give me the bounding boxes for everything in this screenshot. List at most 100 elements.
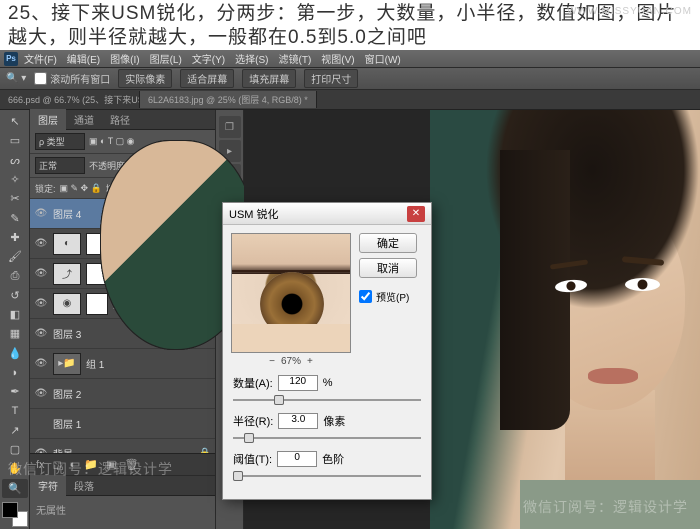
menu-layer[interactable]: 图层(L) [150, 51, 182, 66]
menu-edit[interactable]: 编辑(E) [67, 51, 100, 66]
menu-type[interactable]: 文字(Y) [192, 51, 225, 66]
amount-slider[interactable] [233, 393, 421, 407]
tab-layers[interactable]: 图层 [30, 109, 66, 130]
fit-screen-button[interactable]: 适合屏幕 [180, 69, 234, 88]
stamp-tool[interactable]: ⎙ [2, 266, 28, 285]
history-brush-tool[interactable]: ↺ [2, 286, 28, 305]
crop-tool[interactable]: ✂ [2, 189, 28, 208]
visibility-icon[interactable]: 👁 [34, 297, 48, 311]
scroll-all-checkbox[interactable]: 滚动所有窗口 [34, 71, 110, 86]
path-tool[interactable]: ↗ [2, 421, 28, 440]
threshold-input[interactable]: 0 [277, 451, 317, 467]
wand-tool[interactable]: ✧ [2, 170, 28, 189]
move-tool[interactable]: ↖ [2, 112, 28, 131]
gradient-tool[interactable]: ▦ [2, 324, 28, 343]
cancel-button[interactable]: 取消 [359, 258, 417, 278]
threshold-slider[interactable] [233, 469, 421, 483]
marquee-tool[interactable]: ▭ [2, 131, 28, 150]
menu-window[interactable]: 窗口(W) [365, 51, 401, 66]
char-content: 无属性 [30, 496, 215, 523]
radius-input[interactable]: 3.0 [278, 413, 318, 429]
dialog-title: USM 锐化 [229, 206, 279, 222]
layer-row[interactable]: 👁▸📁组 1 [30, 349, 215, 379]
layer-row[interactable]: 👁背景🔒 [30, 439, 215, 453]
layer-filter[interactable]: ρ 类型 [35, 133, 85, 150]
blur-tool[interactable]: 💧 [2, 344, 28, 363]
fill-screen-button[interactable]: 填充屏幕 [242, 69, 296, 88]
watermark-overlay-1: 微信订阅号：逻辑设计学 [8, 459, 173, 479]
print-size-button[interactable]: 打印尺寸 [304, 69, 358, 88]
options-bar: 🔍 ▾ 滚动所有窗口 实际像素 适合屏幕 填充屏幕 打印尺寸 [0, 68, 700, 90]
visibility-icon[interactable]: 👁 [34, 357, 48, 371]
close-icon[interactable]: ✕ [407, 206, 425, 222]
photoshop-window: Ps 文件(F) 编辑(E) 图像(I) 图层(L) 文字(Y) 选择(S) 滤… [0, 50, 700, 529]
amount-unit: % [323, 377, 333, 389]
layer-name: 图层 4 [53, 206, 81, 221]
zoom-tool-icon: 🔍 ▾ [6, 73, 26, 84]
menu-select[interactable]: 选择(S) [235, 51, 268, 66]
menubar: Ps 文件(F) 编辑(E) 图像(I) 图层(L) 文字(Y) 选择(S) 滤… [0, 50, 700, 68]
radius-label: 半径(R): [233, 413, 273, 429]
dodge-tool[interactable]: ◗ [2, 363, 28, 382]
preview-area: − 67% + [231, 233, 351, 367]
preview-label: 预览(P) [376, 289, 409, 304]
eraser-tool[interactable]: ◧ [2, 305, 28, 324]
layer-row[interactable]: 图层 1 [30, 409, 215, 439]
eyedropper-tool[interactable]: ✎ [2, 208, 28, 227]
heal-tool[interactable]: ✚ [2, 228, 28, 247]
watermark-overlay-2: 微信订阅号：逻辑设计学 [523, 497, 688, 517]
actual-pixels-button[interactable]: 实际像素 [118, 69, 172, 88]
lasso-tool[interactable]: ᔕ [2, 151, 28, 170]
zoom-value: 67% [281, 356, 301, 367]
preview-checkbox[interactable]: 预览(P) [359, 289, 417, 304]
lock-label: 锁定: [35, 182, 56, 195]
zoom-tool[interactable]: 🔍 [2, 479, 28, 498]
visibility-icon[interactable]: 👁 [34, 387, 48, 401]
dialog-titlebar[interactable]: USM 锐化 ✕ [223, 203, 431, 225]
brush-tool[interactable]: 🖌 [2, 247, 28, 266]
layer-row[interactable]: 👁 图层 2 [30, 379, 215, 409]
tab-channels[interactable]: 通道 [66, 109, 102, 130]
threshold-label: 阈值(T): [233, 451, 272, 467]
history-panel-icon[interactable]: ❐ [219, 116, 241, 138]
character-panel: 字符 段落 无属性 [30, 475, 215, 529]
shape-tool[interactable]: ▢ [2, 440, 28, 459]
menu-file[interactable]: 文件(F) [24, 51, 57, 66]
radius-slider[interactable] [233, 431, 421, 445]
layer-thumb: ◉ [53, 293, 81, 315]
scroll-all-label: 滚动所有窗口 [50, 71, 110, 86]
menu-view[interactable]: 视图(V) [321, 51, 354, 66]
zoom-in-button[interactable]: + [307, 356, 313, 367]
amount-input[interactable]: 120 [278, 375, 318, 391]
type-tool[interactable]: T [2, 401, 28, 420]
visibility-icon[interactable] [34, 417, 48, 431]
radius-unit: 像素 [323, 413, 345, 429]
visibility-icon[interactable]: 👁 [34, 237, 48, 251]
visibility-icon[interactable]: 👁 [34, 207, 48, 221]
visibility-icon[interactable]: 👁 [34, 327, 48, 341]
layer-name: 组 1 [86, 356, 104, 371]
amount-label: 数量(A): [233, 375, 273, 391]
layer-mask [86, 293, 108, 315]
layer-name: 背景 [53, 446, 73, 453]
filter-icons[interactable]: ▣ ◐ T ▢ ◉ [89, 136, 134, 147]
doc-tab-1[interactable]: 666.psd @ 66.7% (25、接下来USM锐化，分两步：第一步，大数量… [0, 91, 140, 108]
layer-name: 图层 2 [53, 386, 81, 401]
blend-mode[interactable]: 正常 [35, 157, 85, 174]
ps-logo-icon: Ps [4, 52, 18, 66]
lock-icons[interactable]: ▣ ✎ ✥ 🔒 [60, 183, 102, 194]
menu-image[interactable]: 图像(I) [110, 51, 139, 66]
layer-thumb: ⤴ [53, 263, 81, 285]
layer-name: 图层 3 [53, 326, 81, 341]
zoom-out-button[interactable]: − [269, 356, 275, 367]
ok-button[interactable]: 确定 [359, 233, 417, 253]
doc-tab-2[interactable]: 6L2A6183.jpg @ 25% (图层 4, RGB/8) * [140, 91, 317, 108]
tab-paths[interactable]: 路径 [102, 109, 138, 130]
preview-image[interactable] [231, 233, 351, 353]
pen-tool[interactable]: ✒ [2, 382, 28, 401]
menu-filter[interactable]: 滤镜(T) [279, 51, 312, 66]
panel-tabs: 图层 通道 路径 [30, 110, 215, 130]
color-swatch[interactable] [2, 502, 28, 527]
usm-dialog: USM 锐化 ✕ − 67% + 确定 取消 预览(P) 数 [222, 202, 432, 500]
visibility-icon[interactable]: 👁 [34, 267, 48, 281]
